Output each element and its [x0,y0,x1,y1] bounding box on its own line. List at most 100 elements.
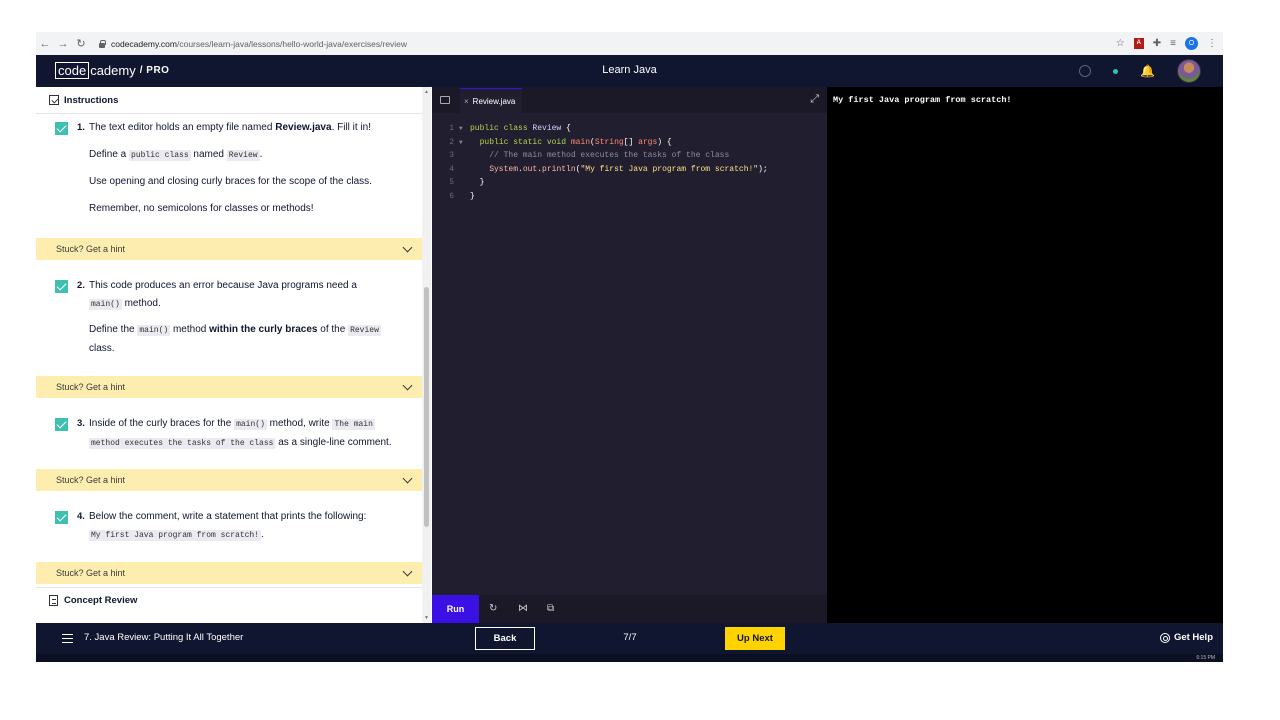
run-button[interactable]: Run [432,595,479,623]
extensions-puzzle-icon[interactable]: ✚ [1153,38,1161,49]
task-text: Inside of the curly braces for the main(… [89,415,409,452]
share-icon[interactable]: ⋈ [518,603,528,614]
task-text: Remember, no semicolons for classes or m… [89,203,314,214]
task-text-part: method, write [266,418,333,429]
code-area[interactable]: 1 ▼ public class Review {2 ▼ public static … [432,122,827,204]
line-number: 5 [449,178,454,188]
fold-arrow-icon[interactable]: ▼ [459,136,463,150]
code-content: } [470,190,475,204]
line-number: 1 [449,124,454,133]
code-token: } [470,191,475,201]
inline-code: public class [129,150,191,161]
code-token: class [503,124,533,133]
notifications-bell-icon[interactable]: 🔔 [1140,64,1155,78]
screen: ← → ↻ codecademy.com/courses/learn-java/… [36,32,1223,662]
task-text-part: Below the comment, write a statement tha… [89,511,367,522]
file-tree-folder-icon[interactable] [440,96,450,104]
bold-text: within the curly braces [209,324,318,335]
instructions-header[interactable]: Instructions [36,87,422,114]
task-text-part: Inside of the curly braces for the [89,418,235,429]
codecademy-logo[interactable]: code cademy / PRO [55,62,169,79]
close-tab-icon[interactable]: × [464,97,469,106]
chevron-down-icon [402,242,413,253]
forward-arrow-icon[interactable]: → [54,38,72,50]
code-line[interactable]: 2 ▼ public static void main(String[] args… [432,136,827,150]
output-terminal[interactable]: My first Java program from scratch! [827,87,1223,623]
back-button[interactable]: Back [475,627,535,650]
media-control-icon[interactable]: ≡ [1170,38,1176,49]
scrollbar-thumb[interactable] [424,287,429,527]
hint-toggle-1[interactable]: Stuck? Get a hint [36,238,422,260]
hint-toggle-2[interactable]: Stuck? Get a hint [36,376,422,398]
file-tab-review-java[interactable]: × Review.java [460,88,522,113]
hint-label: Stuck? Get a hint [56,475,126,485]
file-tab-label: Review.java [472,96,516,106]
code-line[interactable]: 4 System.out.println("My first Java prog… [432,163,827,177]
os-taskbar: 6:15 PM [36,654,1223,662]
lock-icon [98,39,106,48]
up-next-button[interactable]: Up Next [725,627,785,650]
editor-action-bar: Run ↻ ⋈ ⧉ [432,595,827,623]
terminal-output: My first Java program from scratch! [833,95,1012,105]
task-complete-checkbox[interactable] [55,418,68,431]
task-text-part: as a single-line comment. [275,436,392,448]
logo-cademy-text: cademy [90,63,136,78]
profile-avatar[interactable]: O [1185,37,1198,50]
get-help-label: Get Help [1173,632,1213,643]
code-token: ); [758,164,768,174]
fold-arrow-icon[interactable]: ▼ [459,122,463,136]
code-token: [] [623,137,639,147]
bookmark-star-icon[interactable]: ☆ [1116,38,1125,49]
course-title: Learn Java [602,64,657,76]
code-token: // The main method executes the tasks of… [489,151,730,161]
hint-label: Stuck? Get a hint [56,244,126,254]
file-name-bold: Review.java [275,122,332,133]
url-domain: codecademy.com [111,38,177,49]
expand-icon[interactable]: ⤢ [810,93,819,106]
lifebuoy-icon [1159,632,1170,643]
task-text-part: Define the [89,324,138,335]
code-line[interactable]: 5 } [432,176,827,190]
hint-toggle-4[interactable]: Stuck? Get a hint [36,562,422,584]
task-text-part: named [190,149,227,160]
hint-toggle-3[interactable]: Stuck? Get a hint [36,469,422,491]
line-number: 2 [449,137,454,147]
task-text-part: This code produces an error because Java… [89,280,357,291]
code-line[interactable]: 6} [432,190,827,204]
user-avatar[interactable] [1177,59,1201,83]
code-token: String [594,137,624,147]
reload-icon[interactable]: ↻ [72,37,90,50]
browser-toolbar: ← → ↻ codecademy.com/courses/learn-java/… [36,32,1223,55]
task-complete-checkbox[interactable] [55,280,68,293]
task-complete-checkbox[interactable] [55,122,68,135]
scroll-up-arrow-icon[interactable]: ▲ [424,89,429,95]
concept-review-label: Concept Review [64,595,138,606]
inline-code: Review [226,150,260,161]
hamburger-menu-icon[interactable] [62,634,73,643]
get-help-button[interactable]: Get Help [1159,632,1213,643]
pdf-extension-icon[interactable]: A [1133,38,1144,49]
copy-to-clipboard-icon[interactable]: ⧉ [547,603,554,614]
task-text-part: method. [121,297,161,309]
inline-code: The main [332,419,375,430]
task-number: 1. [77,122,85,133]
code-token: ) { [657,137,672,147]
concept-review-link[interactable]: Concept Review [36,587,422,613]
task-complete-checkbox[interactable] [55,511,68,524]
task-text: This code produces an error because Java… [89,277,409,313]
alarm-clock-icon[interactable] [1079,65,1092,77]
back-arrow-icon[interactable]: ← [36,38,54,50]
lesson-name[interactable]: 7. Java Review: Putting It All Together [84,632,243,643]
code-token: static [513,137,547,147]
more-menu-icon[interactable]: ⋮ [1207,38,1217,49]
code-token: public [479,137,514,147]
address-bar[interactable]: codecademy.com/courses/learn-java/lesson… [98,39,407,49]
code-line[interactable]: 1 ▼ public class Review { [432,122,827,136]
scroll-down-arrow-icon[interactable]: ▼ [424,615,429,621]
code-line[interactable]: 3 // The main method executes the tasks … [432,149,827,163]
reset-code-icon[interactable]: ↻ [489,603,497,614]
instructions-scrollbar[interactable]: ▲ ▼ [422,87,431,623]
exercise-progress: 7/7 [623,632,637,643]
